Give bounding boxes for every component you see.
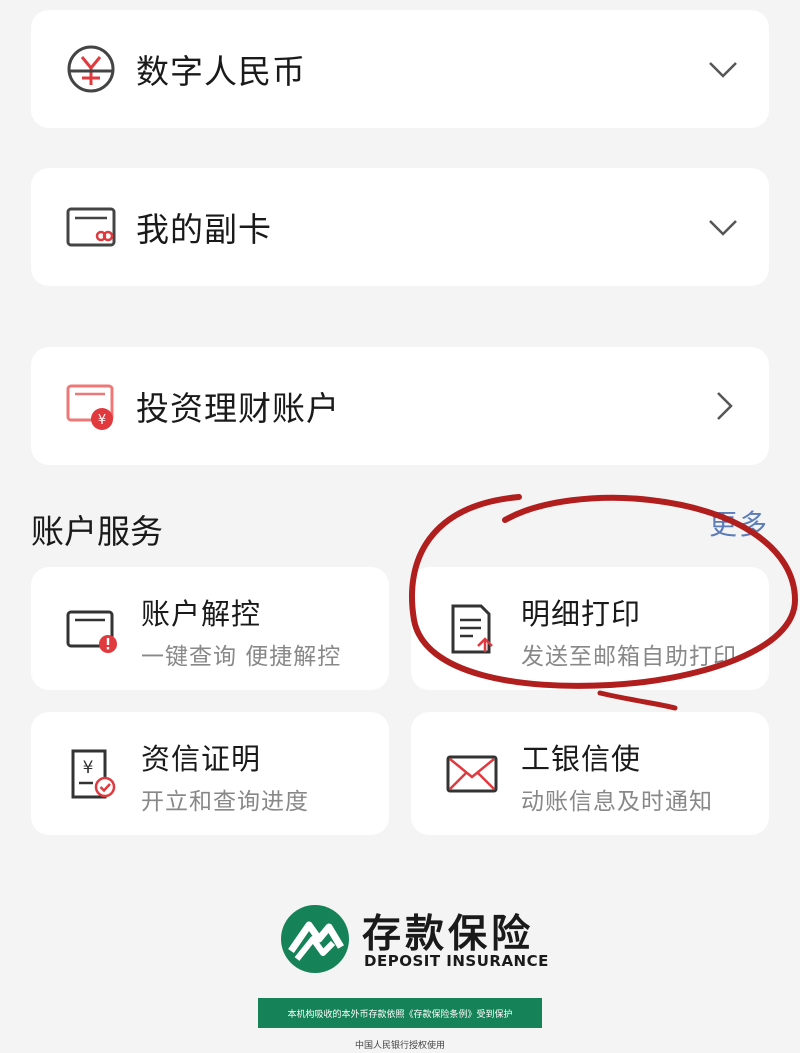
deposit-insurance-logo [281,905,349,973]
digital-rmb-icon [67,45,115,93]
deposit-insurance-notice: 本机构吸收的本外币存款依照《存款保险条例》受到保护 [258,998,542,1028]
deposit-insurance-subtitle: DEPOSIT INSURANCE [364,952,549,970]
account-card-sub-card[interactable]: 我的副卡 [31,168,769,286]
service-icbc-messenger[interactable]: 工银信使 动账信息及时通知 [411,712,769,835]
document-upload-icon [451,604,493,653]
service-credit-certificate[interactable]: ¥ 资信证明 开立和查询进度 [31,712,389,835]
deposit-insurance-footer: 中国人民银行授权使用 [354,1041,445,1051]
credit-certificate-icon: ¥ [71,749,116,798]
service-desc: 动账信息及时通知 [521,789,713,815]
chevron-down-icon[interactable] [707,53,739,85]
section-title: 账户服务 [31,512,163,551]
service-title: 明细打印 [521,597,642,631]
sub-card-icon [66,207,116,247]
service-title: 资信证明 [141,742,262,776]
account-card-investment[interactable]: ¥ 投资理财账户 [31,347,769,465]
service-desc: 一键查询 便捷解控 [141,644,342,670]
investment-account-icon: ¥ [66,384,114,430]
account-label: 我的副卡 [136,210,272,249]
chevron-down-icon[interactable] [707,211,739,243]
more-link[interactable]: 更多 [709,503,769,543]
deposit-insurance-title: 存款保险 [362,912,535,957]
service-title: 工银信使 [521,742,642,776]
service-desc: 发送至邮箱自助打印 [521,644,737,670]
svg-text:¥: ¥ [83,758,94,778]
card-warning-icon [66,610,117,653]
service-desc: 开立和查询进度 [141,789,309,815]
account-label: 投资理财账户 [136,389,340,428]
account-card-digital-rmb[interactable]: 数字人民币 [31,10,769,128]
service-title: 账户解控 [141,597,262,631]
service-statement-print[interactable]: 明细打印 发送至邮箱自助打印 [411,567,769,690]
envelope-icon [446,755,498,792]
account-label: 数字人民币 [136,52,306,91]
svg-text:¥: ¥ [98,413,106,428]
chevron-right-icon[interactable] [707,390,739,422]
service-account-unlock[interactable]: 账户解控 一键查询 便捷解控 [31,567,389,690]
